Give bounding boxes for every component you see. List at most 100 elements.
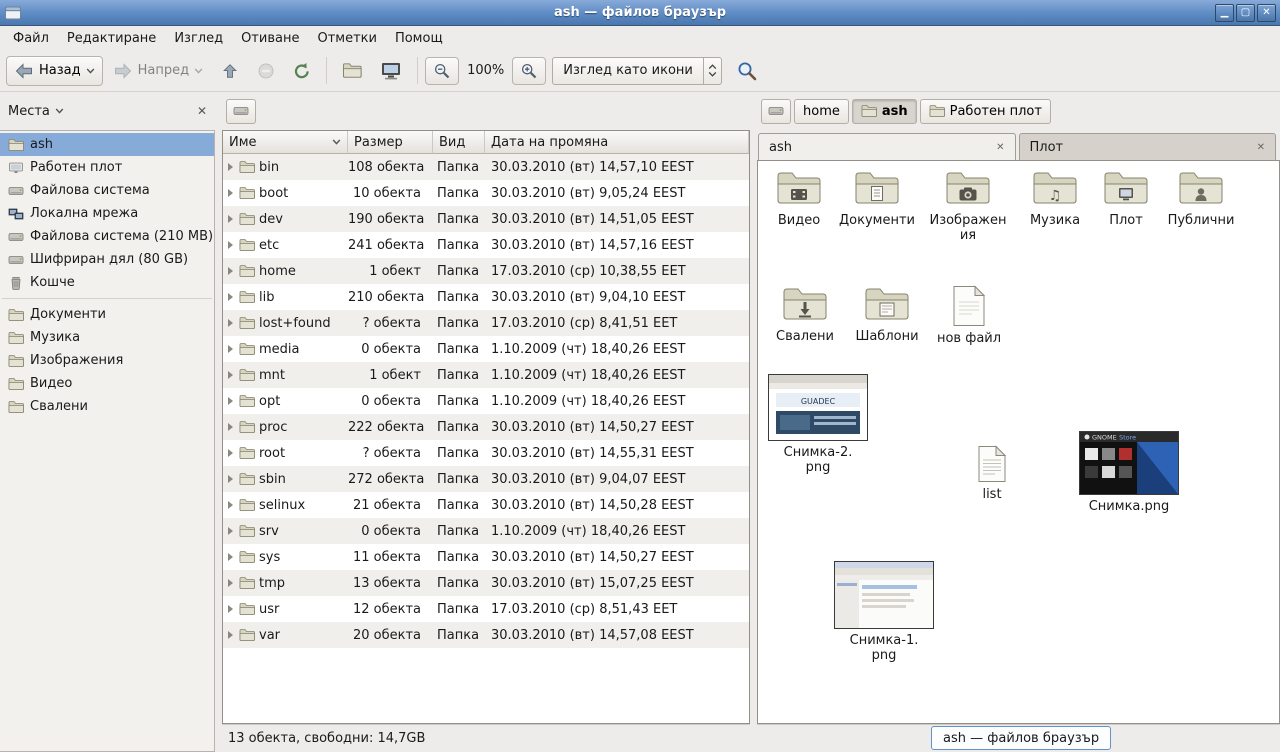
expander-icon[interactable] (228, 241, 233, 249)
sidebar-item-ash[interactable]: ash (0, 133, 214, 156)
file-row-tmp[interactable]: tmp13 обектаПапка30.03.2010 (вт) 15,07,2… (223, 570, 749, 596)
file-row-proc[interactable]: proc222 обектаПапка30.03.2010 (вт) 14,50… (223, 414, 749, 440)
back-button[interactable]: Назад (6, 56, 103, 86)
sidebar-item-video[interactable]: Видео (0, 372, 214, 395)
expander-icon[interactable] (228, 267, 233, 275)
expander-icon[interactable] (228, 475, 233, 483)
up-button[interactable] (213, 57, 247, 85)
expander-icon[interactable] (228, 553, 233, 561)
file-row-srv[interactable]: srv0 обектаПапка1.10.2009 (чт) 18,40,26 … (223, 518, 749, 544)
breadcrumb-ash[interactable]: ash (852, 99, 917, 124)
tab-ash[interactable]: ash✕ (758, 133, 1016, 160)
menu-edit[interactable]: Редактиране (58, 26, 165, 50)
close-button[interactable]: ✕ (1257, 4, 1276, 22)
sidebar-item-filesystem-210mb[interactable]: Файлова система (210 MB) (0, 225, 214, 248)
sidebar-item-documents[interactable]: Документи (0, 303, 214, 326)
column-header-name[interactable]: Име (223, 131, 348, 154)
expander-icon[interactable] (228, 319, 233, 327)
file-row-media[interactable]: media0 обектаПапка1.10.2009 (чт) 18,40,2… (223, 336, 749, 362)
menu-file[interactable]: Файл (4, 26, 58, 50)
expander-icon[interactable] (228, 371, 233, 379)
reload-button[interactable] (285, 57, 319, 85)
expander-icon[interactable] (228, 579, 233, 587)
file-row-usr[interactable]: usr12 обектаПапка17.03.2010 (ср) 8,51,43… (223, 596, 749, 622)
file-icon-snimka-1-png[interactable]: Снимка-1. png (832, 561, 936, 664)
file-icon-downloads[interactable]: Свалени (768, 285, 842, 344)
file-row-bin[interactable]: bin108 обектаПапка30.03.2010 (вт) 14,57,… (223, 154, 749, 180)
file-row-lib[interactable]: lib210 обектаПапка30.03.2010 (вт) 9,04,1… (223, 284, 749, 310)
file-row-etc[interactable]: etc241 обектаПапка30.03.2010 (вт) 14,57,… (223, 232, 749, 258)
breadcrumb-home[interactable]: home (794, 99, 849, 124)
menu-bookmarks[interactable]: Отметки (308, 26, 385, 50)
computer-button[interactable] (372, 56, 410, 86)
stop-button[interactable] (249, 57, 283, 85)
file-row-mnt[interactable]: mnt1 обектПапка1.10.2009 (чт) 18,40,26 E… (223, 362, 749, 388)
menu-go[interactable]: Отиване (232, 26, 308, 50)
file-row-var[interactable]: var20 обектаПапка30.03.2010 (вт) 14,57,0… (223, 622, 749, 648)
file-icon-music[interactable]: ♫Музика (1020, 169, 1090, 228)
file-row-sbin[interactable]: sbin272 обектаПапка30.03.2010 (вт) 9,04,… (223, 466, 749, 492)
file-icon-desktop[interactable]: Плот (1096, 169, 1156, 228)
column-header-type[interactable]: Вид (433, 131, 485, 154)
file-row-sys[interactable]: sys11 обектаПапка30.03.2010 (вт) 14,50,2… (223, 544, 749, 570)
file-row-selinux[interactable]: selinux21 обектаПапка30.03.2010 (вт) 14,… (223, 492, 749, 518)
sidebar-item-trash[interactable]: Кошче (0, 271, 214, 294)
expander-icon[interactable] (228, 501, 233, 509)
pane-splitter[interactable] (215, 92, 222, 752)
column-header-date[interactable]: Дата на промяна (485, 131, 749, 154)
breadcrumb-desktop[interactable]: Работен плот (920, 99, 1051, 124)
expander-icon[interactable] (228, 163, 233, 171)
sidebar-item-pictures[interactable]: Изображения (0, 349, 214, 372)
minimize-button[interactable]: ▁ (1215, 4, 1234, 22)
view-mode-select[interactable]: Изглед като икони (552, 57, 722, 85)
menu-help[interactable]: Помощ (386, 26, 452, 50)
file-icon-pictures[interactable]: Изображен ия (928, 169, 1008, 244)
breadcrumb-filesystem-root[interactable] (226, 99, 256, 124)
file-row-lost+found[interactable]: lost+found? обектаПапка17.03.2010 (ср) 8… (223, 310, 749, 336)
file-row-root[interactable]: root? обектаПапка30.03.2010 (вт) 14,55,3… (223, 440, 749, 466)
zoom-out-button[interactable] (425, 57, 459, 85)
file-icon-documents[interactable]: Документи (836, 169, 918, 228)
expander-icon[interactable] (228, 605, 233, 613)
file-row-opt[interactable]: opt0 обектаПапка1.10.2009 (чт) 18,40,26 … (223, 388, 749, 414)
expander-icon[interactable] (228, 397, 233, 405)
home-button[interactable] (334, 57, 370, 84)
close-icon[interactable]: ✕ (1251, 142, 1265, 153)
file-icon-list[interactable]: list (964, 445, 1020, 502)
expander-icon[interactable] (228, 423, 233, 431)
file-icon-snimka-2-png[interactable]: GUADECСнимка-2. png (766, 374, 870, 476)
sidebar-item-desktop[interactable]: Работен плот (0, 156, 214, 179)
chevron-down-icon[interactable] (55, 108, 64, 114)
file-icon-video[interactable]: Видео (766, 169, 832, 228)
file-icon-templates[interactable]: Шаблони (848, 285, 926, 344)
expander-icon[interactable] (228, 449, 233, 457)
search-button[interactable] (728, 55, 766, 87)
zoom-in-button[interactable] (512, 57, 546, 85)
close-icon[interactable]: ✕ (990, 142, 1004, 153)
expander-icon[interactable] (228, 215, 233, 223)
sidebar-close-icon[interactable]: ✕ (197, 104, 207, 118)
expander-icon[interactable] (228, 631, 233, 639)
expander-icon[interactable] (228, 527, 233, 535)
column-header-size[interactable]: Размер (348, 131, 433, 154)
file-icon-public[interactable]: Публични (1162, 169, 1240, 228)
tab-plot[interactable]: Плот✕ (1019, 133, 1277, 160)
expander-icon[interactable] (228, 345, 233, 353)
sidebar-item-filesystem[interactable]: Файлова система (0, 179, 214, 202)
breadcrumb-filesystem-root[interactable] (761, 99, 791, 124)
file-row-dev[interactable]: dev190 обектаПапка30.03.2010 (вт) 14,51,… (223, 206, 749, 232)
file-row-boot[interactable]: boot10 обектаПапка30.03.2010 (вт) 9,05,2… (223, 180, 749, 206)
sidebar-item-downloads[interactable]: Свалени (0, 395, 214, 418)
menu-view[interactable]: Изглед (165, 26, 232, 50)
expander-icon[interactable] (228, 293, 233, 301)
file-row-home[interactable]: home1 обектПапка17.03.2010 (ср) 10,38,55… (223, 258, 749, 284)
sidebar-item-local-network[interactable]: Локална мрежа (0, 202, 214, 225)
file-icon-snimka-png[interactable]: GNOMEStoreСнимка.png (1076, 431, 1182, 514)
file-icon-new-file[interactable]: нов файл (934, 285, 1004, 346)
sidebar-item-music[interactable]: Музика (0, 326, 214, 349)
forward-button[interactable]: Напред (105, 56, 211, 86)
pane-splitter[interactable] (750, 92, 757, 752)
expander-icon[interactable] (228, 189, 233, 197)
maximize-button[interactable]: ▢ (1236, 4, 1255, 22)
sidebar-item-encrypted-80gb[interactable]: Шифриран дял (80 GB) (0, 248, 214, 271)
